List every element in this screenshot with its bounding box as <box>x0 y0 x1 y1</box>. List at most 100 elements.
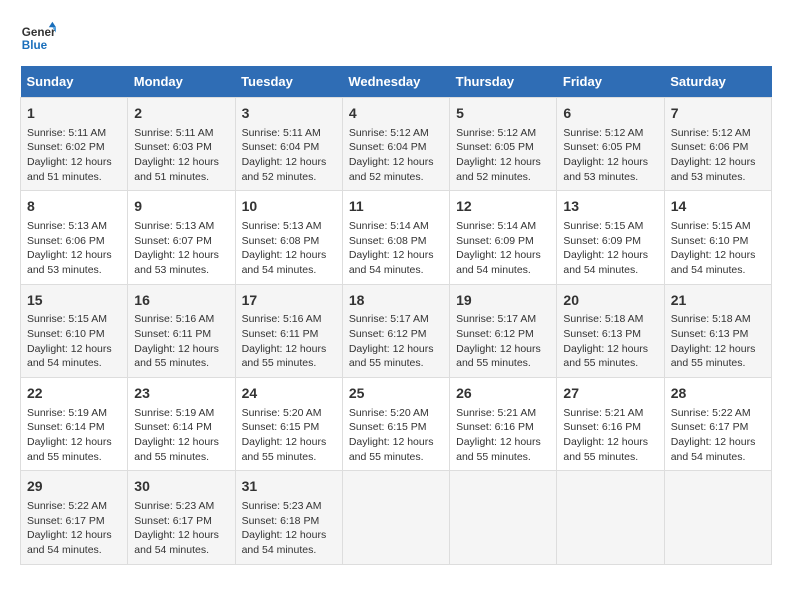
calendar-cell: 11Sunrise: 5:14 AM Sunset: 6:08 PM Dayli… <box>342 191 449 284</box>
day-number: 3 <box>242 104 336 124</box>
calendar-cell: 14Sunrise: 5:15 AM Sunset: 6:10 PM Dayli… <box>664 191 771 284</box>
day-detail: Sunrise: 5:18 AM Sunset: 6:13 PM Dayligh… <box>563 312 657 371</box>
day-detail: Sunrise: 5:13 AM Sunset: 6:07 PM Dayligh… <box>134 219 228 278</box>
calendar-cell: 27Sunrise: 5:21 AM Sunset: 6:16 PM Dayli… <box>557 378 664 471</box>
day-header-monday: Monday <box>128 66 235 98</box>
day-number: 24 <box>242 384 336 404</box>
calendar-cell: 25Sunrise: 5:20 AM Sunset: 6:15 PM Dayli… <box>342 378 449 471</box>
calendar-header-row: SundayMondayTuesdayWednesdayThursdayFrid… <box>21 66 772 98</box>
calendar-cell <box>664 471 771 564</box>
calendar-week-row: 1Sunrise: 5:11 AM Sunset: 6:02 PM Daylig… <box>21 98 772 191</box>
calendar-cell: 1Sunrise: 5:11 AM Sunset: 6:02 PM Daylig… <box>21 98 128 191</box>
calendar-week-row: 15Sunrise: 5:15 AM Sunset: 6:10 PM Dayli… <box>21 284 772 377</box>
calendar-cell <box>342 471 449 564</box>
day-number: 19 <box>456 291 550 311</box>
day-number: 8 <box>27 197 121 217</box>
calendar-week-row: 29Sunrise: 5:22 AM Sunset: 6:17 PM Dayli… <box>21 471 772 564</box>
calendar-cell: 10Sunrise: 5:13 AM Sunset: 6:08 PM Dayli… <box>235 191 342 284</box>
day-detail: Sunrise: 5:11 AM Sunset: 6:02 PM Dayligh… <box>27 126 121 185</box>
calendar-cell: 15Sunrise: 5:15 AM Sunset: 6:10 PM Dayli… <box>21 284 128 377</box>
day-number: 29 <box>27 477 121 497</box>
day-header-thursday: Thursday <box>450 66 557 98</box>
day-number: 31 <box>242 477 336 497</box>
day-number: 20 <box>563 291 657 311</box>
day-detail: Sunrise: 5:14 AM Sunset: 6:08 PM Dayligh… <box>349 219 443 278</box>
calendar-cell: 21Sunrise: 5:18 AM Sunset: 6:13 PM Dayli… <box>664 284 771 377</box>
day-detail: Sunrise: 5:11 AM Sunset: 6:04 PM Dayligh… <box>242 126 336 185</box>
calendar-cell <box>450 471 557 564</box>
day-detail: Sunrise: 5:23 AM Sunset: 6:18 PM Dayligh… <box>242 499 336 558</box>
day-detail: Sunrise: 5:13 AM Sunset: 6:08 PM Dayligh… <box>242 219 336 278</box>
calendar-cell: 31Sunrise: 5:23 AM Sunset: 6:18 PM Dayli… <box>235 471 342 564</box>
day-header-wednesday: Wednesday <box>342 66 449 98</box>
day-detail: Sunrise: 5:12 AM Sunset: 6:04 PM Dayligh… <box>349 126 443 185</box>
calendar-week-row: 8Sunrise: 5:13 AM Sunset: 6:06 PM Daylig… <box>21 191 772 284</box>
day-detail: Sunrise: 5:21 AM Sunset: 6:16 PM Dayligh… <box>563 406 657 465</box>
calendar-cell: 23Sunrise: 5:19 AM Sunset: 6:14 PM Dayli… <box>128 378 235 471</box>
day-number: 11 <box>349 197 443 217</box>
day-detail: Sunrise: 5:23 AM Sunset: 6:17 PM Dayligh… <box>134 499 228 558</box>
day-detail: Sunrise: 5:19 AM Sunset: 6:14 PM Dayligh… <box>134 406 228 465</box>
day-detail: Sunrise: 5:12 AM Sunset: 6:05 PM Dayligh… <box>456 126 550 185</box>
day-number: 18 <box>349 291 443 311</box>
day-number: 4 <box>349 104 443 124</box>
day-number: 14 <box>671 197 765 217</box>
day-number: 1 <box>27 104 121 124</box>
calendar-cell: 19Sunrise: 5:17 AM Sunset: 6:12 PM Dayli… <box>450 284 557 377</box>
day-detail: Sunrise: 5:15 AM Sunset: 6:09 PM Dayligh… <box>563 219 657 278</box>
day-number: 10 <box>242 197 336 217</box>
day-detail: Sunrise: 5:20 AM Sunset: 6:15 PM Dayligh… <box>349 406 443 465</box>
calendar-cell: 7Sunrise: 5:12 AM Sunset: 6:06 PM Daylig… <box>664 98 771 191</box>
calendar-cell: 17Sunrise: 5:16 AM Sunset: 6:11 PM Dayli… <box>235 284 342 377</box>
calendar-cell: 9Sunrise: 5:13 AM Sunset: 6:07 PM Daylig… <box>128 191 235 284</box>
day-number: 17 <box>242 291 336 311</box>
day-number: 15 <box>27 291 121 311</box>
svg-text:Blue: Blue <box>22 39 48 52</box>
day-header-friday: Friday <box>557 66 664 98</box>
day-detail: Sunrise: 5:16 AM Sunset: 6:11 PM Dayligh… <box>134 312 228 371</box>
day-header-tuesday: Tuesday <box>235 66 342 98</box>
day-detail: Sunrise: 5:16 AM Sunset: 6:11 PM Dayligh… <box>242 312 336 371</box>
day-detail: Sunrise: 5:14 AM Sunset: 6:09 PM Dayligh… <box>456 219 550 278</box>
calendar-table: SundayMondayTuesdayWednesdayThursdayFrid… <box>20 66 772 565</box>
logo-icon: General Blue <box>20 20 56 56</box>
day-number: 25 <box>349 384 443 404</box>
day-number: 16 <box>134 291 228 311</box>
day-header-sunday: Sunday <box>21 66 128 98</box>
day-number: 5 <box>456 104 550 124</box>
day-header-saturday: Saturday <box>664 66 771 98</box>
calendar-cell: 8Sunrise: 5:13 AM Sunset: 6:06 PM Daylig… <box>21 191 128 284</box>
calendar-cell: 22Sunrise: 5:19 AM Sunset: 6:14 PM Dayli… <box>21 378 128 471</box>
day-detail: Sunrise: 5:17 AM Sunset: 6:12 PM Dayligh… <box>349 312 443 371</box>
day-number: 26 <box>456 384 550 404</box>
calendar-cell: 24Sunrise: 5:20 AM Sunset: 6:15 PM Dayli… <box>235 378 342 471</box>
day-detail: Sunrise: 5:22 AM Sunset: 6:17 PM Dayligh… <box>671 406 765 465</box>
calendar-cell: 30Sunrise: 5:23 AM Sunset: 6:17 PM Dayli… <box>128 471 235 564</box>
calendar-cell: 20Sunrise: 5:18 AM Sunset: 6:13 PM Dayli… <box>557 284 664 377</box>
calendar-cell: 2Sunrise: 5:11 AM Sunset: 6:03 PM Daylig… <box>128 98 235 191</box>
calendar-cell <box>557 471 664 564</box>
calendar-cell: 28Sunrise: 5:22 AM Sunset: 6:17 PM Dayli… <box>664 378 771 471</box>
day-detail: Sunrise: 5:19 AM Sunset: 6:14 PM Dayligh… <box>27 406 121 465</box>
day-detail: Sunrise: 5:17 AM Sunset: 6:12 PM Dayligh… <box>456 312 550 371</box>
day-number: 27 <box>563 384 657 404</box>
logo: General Blue <box>20 20 56 56</box>
day-detail: Sunrise: 5:15 AM Sunset: 6:10 PM Dayligh… <box>671 219 765 278</box>
day-number: 23 <box>134 384 228 404</box>
day-number: 22 <box>27 384 121 404</box>
day-number: 6 <box>563 104 657 124</box>
day-detail: Sunrise: 5:18 AM Sunset: 6:13 PM Dayligh… <box>671 312 765 371</box>
page-header: General Blue <box>20 20 772 56</box>
svg-text:General: General <box>22 26 56 39</box>
day-number: 2 <box>134 104 228 124</box>
calendar-cell: 3Sunrise: 5:11 AM Sunset: 6:04 PM Daylig… <box>235 98 342 191</box>
day-detail: Sunrise: 5:22 AM Sunset: 6:17 PM Dayligh… <box>27 499 121 558</box>
calendar-cell: 29Sunrise: 5:22 AM Sunset: 6:17 PM Dayli… <box>21 471 128 564</box>
day-number: 12 <box>456 197 550 217</box>
day-detail: Sunrise: 5:20 AM Sunset: 6:15 PM Dayligh… <box>242 406 336 465</box>
day-number: 13 <box>563 197 657 217</box>
calendar-cell: 16Sunrise: 5:16 AM Sunset: 6:11 PM Dayli… <box>128 284 235 377</box>
day-number: 30 <box>134 477 228 497</box>
day-detail: Sunrise: 5:13 AM Sunset: 6:06 PM Dayligh… <box>27 219 121 278</box>
day-number: 28 <box>671 384 765 404</box>
